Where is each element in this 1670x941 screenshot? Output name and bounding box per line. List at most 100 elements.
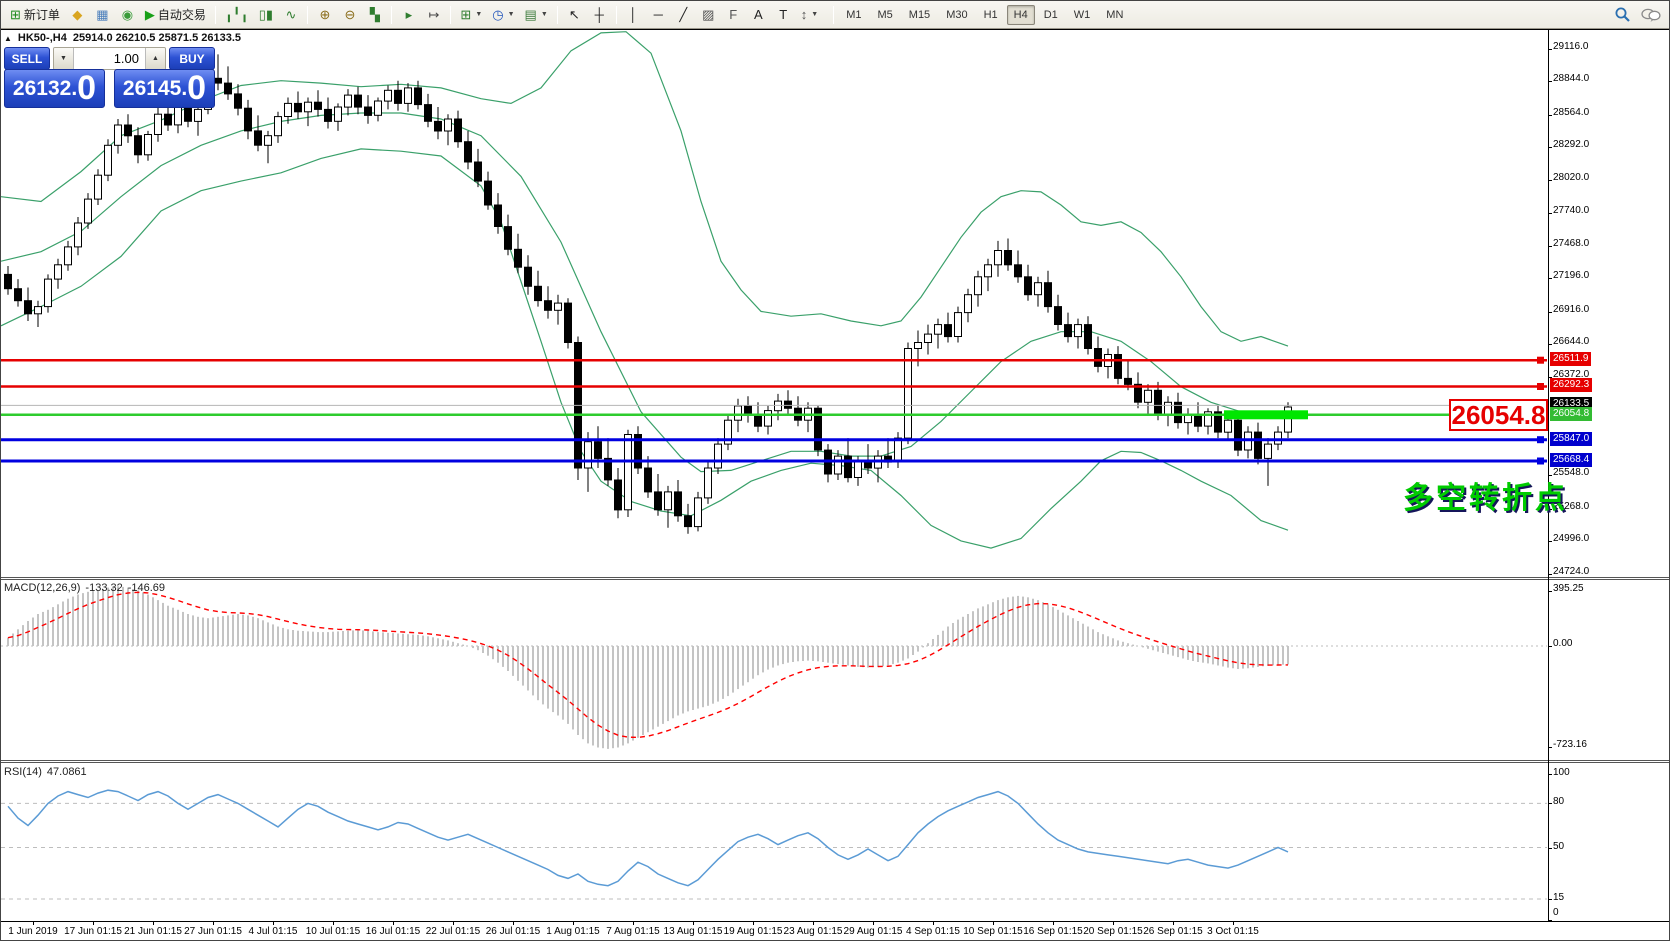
timeframe-h4[interactable]: H4 — [1007, 5, 1035, 25]
candle-body — [245, 108, 252, 131]
buy-price-button[interactable]: 26145.0 — [114, 69, 215, 108]
chevron-down-icon[interactable]: ▼ — [475, 11, 482, 18]
annotation-note[interactable]: 多空转折点 — [1403, 473, 1568, 517]
label-icon: T — [779, 8, 787, 21]
time-axis-tick — [393, 921, 394, 925]
candle-body — [1225, 420, 1232, 432]
line-chart-icon[interactable]: ∿ — [279, 4, 302, 26]
text-icon[interactable]: A — [747, 4, 770, 26]
volume-up-button[interactable]: ▲ — [145, 48, 165, 69]
time-axis-label: 16 Jul 01:15 — [366, 926, 421, 937]
text-icon: A — [754, 8, 763, 21]
timeframe-m5[interactable]: M5 — [871, 5, 900, 25]
time-axis-tick — [993, 921, 994, 925]
volume-down-button[interactable]: ▼ — [54, 48, 74, 69]
time-axis-label: 21 Jun 01:15 — [124, 926, 182, 937]
bar-chart-icon[interactable]: ╻╹╻ — [221, 4, 252, 26]
one-click-toggle[interactable]: ▲ — [4, 34, 12, 43]
label-icon[interactable]: T — [772, 4, 795, 26]
timeframe-m15[interactable]: M15 — [902, 5, 937, 25]
crosshair-icon[interactable]: ┼ — [588, 4, 611, 26]
fibonacci-icon[interactable]: F — [722, 4, 745, 26]
panel-separator-2[interactable] — [1, 760, 1670, 763]
signal-icon[interactable]: ◉ — [116, 4, 139, 26]
new-order-button-label: 新订单 — [24, 6, 60, 23]
new-chart-icon[interactable]: ⊞▼ — [456, 4, 486, 26]
timeframe-m1[interactable]: M1 — [839, 5, 868, 25]
candle-body — [235, 94, 242, 108]
panel-separator-1[interactable] — [1, 577, 1670, 580]
candle-body — [535, 286, 542, 300]
horizontal-line-icon[interactable]: ─ — [647, 4, 670, 26]
axis-tick-label: 0 — [1553, 907, 1559, 918]
axis-tick — [1548, 213, 1552, 214]
timeframe-d1[interactable]: D1 — [1037, 5, 1065, 25]
zoom-in-icon[interactable]: ⊕ — [313, 4, 336, 26]
line-anchor[interactable] — [1537, 357, 1544, 364]
volume-input[interactable]: 1.00 — [74, 48, 145, 69]
candle-body — [1155, 390, 1162, 414]
sell-price-button[interactable]: 26132.0 — [4, 69, 105, 108]
template-icon[interactable]: ▤▼ — [521, 4, 552, 26]
candle-body — [35, 307, 42, 314]
candlestick-chart-icon[interactable]: ▯▮ — [254, 4, 277, 26]
sell-price-frac: 0 — [77, 73, 96, 104]
chat-icon[interactable] — [1641, 7, 1661, 23]
time-axis-tick — [453, 921, 454, 925]
buy-button[interactable]: BUY — [169, 47, 215, 70]
line-anchor[interactable] — [1537, 458, 1544, 465]
candle-body — [935, 325, 942, 335]
rsi-panel[interactable] — [1, 763, 1547, 921]
timeframe-h1[interactable]: H1 — [977, 5, 1005, 25]
zoom-out-icon[interactable]: ⊖ — [338, 4, 361, 26]
data-window-icon[interactable]: ▦ — [91, 4, 114, 26]
candle-body — [415, 88, 422, 105]
volume-stepper: ▼ 1.00 ▲ — [53, 47, 166, 70]
tile-windows-icon[interactable]: ▚ — [363, 4, 386, 26]
axis-tick — [1548, 180, 1552, 181]
search-icon[interactable] — [1614, 6, 1631, 23]
axis-tick — [1548, 147, 1552, 148]
time-axis-tick — [1233, 921, 1234, 925]
macd-panel[interactable] — [1, 580, 1547, 760]
line-anchor[interactable] — [1537, 436, 1544, 443]
candle-body — [275, 117, 282, 136]
axis-tick — [1548, 115, 1552, 116]
candle-body — [45, 279, 52, 307]
main-chart[interactable] — [1, 30, 1547, 577]
axis-tick — [1548, 541, 1552, 542]
time-axis-tick — [873, 921, 874, 925]
time-axis-tick — [573, 921, 574, 925]
rsi-name: RSI(14) — [4, 766, 42, 778]
line-anchor[interactable] — [1537, 383, 1544, 390]
period-icon[interactable]: ◷▼ — [488, 4, 518, 26]
chart-shift-icon[interactable]: ↦ — [422, 4, 445, 26]
timeframe-w1[interactable]: W1 — [1067, 5, 1098, 25]
timeframe-m30[interactable]: M30 — [939, 5, 974, 25]
fibonacci-icon: F — [729, 8, 737, 21]
arrows-icon[interactable]: ↕▼ — [797, 4, 822, 26]
axis-tick-label: 27468.0 — [1553, 238, 1589, 249]
chevron-down-icon[interactable]: ▼ — [811, 11, 818, 18]
candle-body — [705, 468, 712, 498]
price-callout[interactable]: 26054.8 — [1449, 399, 1548, 431]
vertical-line-icon[interactable]: │ — [622, 4, 645, 26]
chevron-down-icon[interactable]: ▼ — [541, 11, 548, 18]
new-order-button[interactable]: ⊞新订单 — [6, 4, 64, 26]
cursor-icon[interactable]: ↖ — [563, 4, 586, 26]
timeframe-mn[interactable]: MN — [1099, 5, 1130, 25]
candle-body — [125, 125, 132, 136]
axis-tick-label: 28292.0 — [1553, 139, 1589, 150]
auto-scroll-icon[interactable]: ▸ — [397, 4, 420, 26]
channel-icon[interactable]: ▨ — [697, 4, 720, 26]
sell-button[interactable]: SELL — [4, 47, 50, 70]
autotrading-button[interactable]: ▶自动交易 — [141, 4, 210, 26]
market-watch-icon[interactable]: ◆ — [66, 4, 89, 26]
axis-tick-label: 26644.0 — [1553, 336, 1589, 347]
data-window-icon: ▦ — [96, 8, 108, 21]
candle-body — [455, 119, 462, 142]
chevron-down-icon[interactable]: ▼ — [508, 11, 515, 18]
axis-tick — [1548, 49, 1552, 50]
trendline-icon[interactable]: ╱ — [672, 4, 695, 26]
highlight-bar[interactable] — [1224, 410, 1308, 419]
